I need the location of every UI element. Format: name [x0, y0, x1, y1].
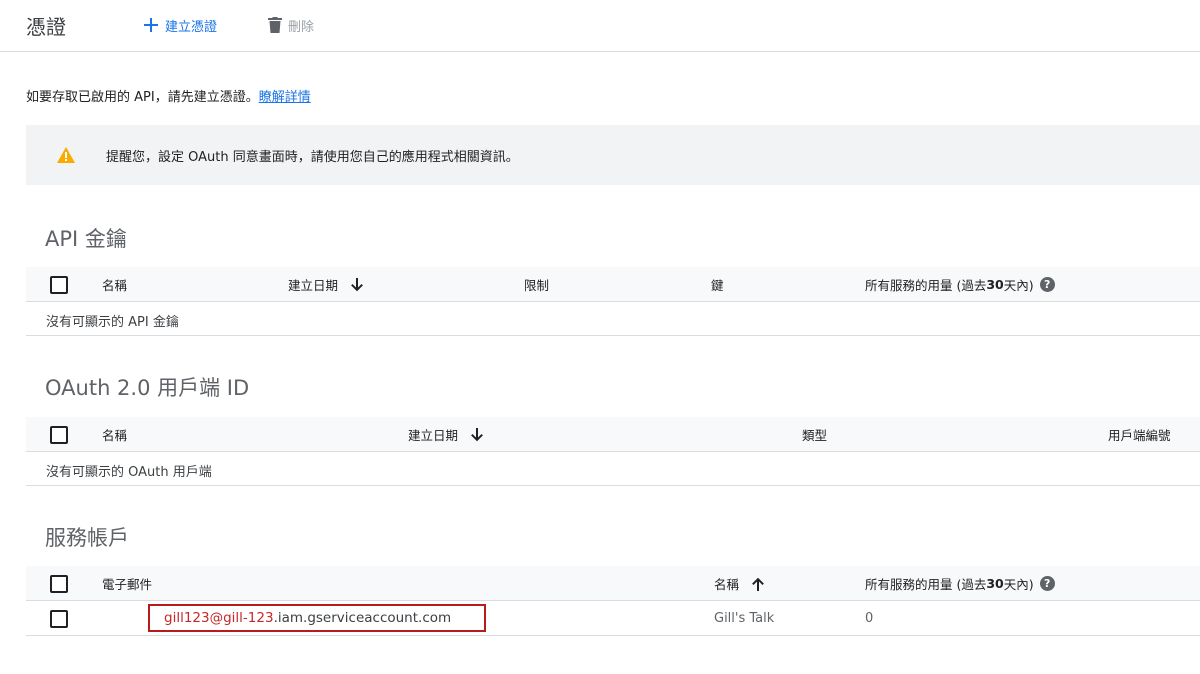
table-row: gill123@gill-123 .iam.gserviceaccount.co…: [26, 601, 1200, 636]
service-accounts-table-header: 電子郵件 名稱 所有服務的用量 (過去 30 天內) ?: [26, 566, 1200, 601]
api-keys-col-usage[interactable]: 所有服務的用量 (過去 30 天內) ?: [865, 267, 1055, 302]
service-accounts-col-email[interactable]: 電子郵件: [102, 566, 152, 601]
service-accounts-col-usage-prefix: 所有服務的用量 (過去: [865, 577, 987, 592]
service-accounts-select-all-checkbox[interactable]: [50, 575, 68, 593]
service-account-email-domain: .iam.gserviceaccount.com: [273, 610, 452, 626]
trash-icon: [268, 17, 282, 33]
api-keys-col-created-label: 建立日期: [288, 278, 339, 293]
service-account-usage: 0: [865, 611, 874, 626]
plus-icon: [144, 18, 158, 32]
toolbar: 憑證 建立憑證 刪除: [0, 0, 1200, 52]
api-keys-col-usage-suffix: 天內): [1003, 278, 1034, 293]
service-accounts-col-name[interactable]: 名稱: [714, 566, 765, 601]
oauth-select-all-checkbox[interactable]: [50, 426, 68, 444]
arrow-down-icon: [350, 277, 364, 292]
service-accounts-col-usage-days: 30: [986, 576, 1004, 591]
oauth-empty-row: 沒有可顯示的 OAuth 用戶端: [26, 452, 1200, 486]
intro-text: 如要存取已啟用的 API，請先建立憑證。瞭解詳情: [26, 86, 311, 105]
create-credentials-button[interactable]: 建立憑證: [143, 14, 217, 36]
api-keys-table-header: 名稱 建立日期 限制 鍵 所有服務的用量 (過去 30 天內) ?: [26, 267, 1200, 302]
api-keys-select-all-checkbox[interactable]: [50, 276, 68, 294]
service-accounts-col-name-label: 名稱: [714, 577, 740, 592]
service-accounts-col-usage-suffix: 天內): [1003, 577, 1034, 592]
service-account-name: Gill's Talk: [714, 611, 775, 626]
api-keys-col-name[interactable]: 名稱: [102, 267, 127, 302]
api-keys-empty-text: 沒有可顯示的 API 金鑰: [46, 315, 179, 330]
service-accounts-col-usage[interactable]: 所有服務的用量 (過去 30 天內) ?: [865, 566, 1055, 601]
oauth-col-created-label: 建立日期: [408, 428, 459, 443]
api-keys-title: API 金鑰: [45, 227, 127, 251]
api-keys-col-key[interactable]: 鍵: [711, 267, 724, 302]
learn-more-link[interactable]: 瞭解詳情: [259, 90, 311, 105]
oauth-col-client-id[interactable]: 用戶端編號: [1108, 417, 1171, 452]
service-account-email-highlight[interactable]: gill123@gill-123 .iam.gserviceaccount.co…: [148, 604, 486, 632]
api-keys-col-usage-prefix: 所有服務的用量 (過去: [865, 278, 987, 293]
intro-message: 如要存取已啟用的 API，請先建立憑證。: [26, 90, 259, 105]
help-icon[interactable]: ?: [1039, 576, 1055, 591]
oauth-empty-text: 沒有可顯示的 OAuth 用戶端: [46, 465, 212, 480]
create-credentials-label: 建立憑證: [165, 19, 218, 35]
api-keys-col-usage-days: 30: [986, 277, 1004, 292]
service-account-email-user: gill123@gill-123: [164, 610, 274, 626]
page-title: 憑證: [26, 15, 66, 39]
service-account-row-checkbox[interactable]: [50, 610, 68, 628]
api-keys-empty-row: 沒有可顯示的 API 金鑰: [26, 302, 1200, 336]
oauth-col-created[interactable]: 建立日期: [408, 417, 484, 452]
oauth-col-type[interactable]: 類型: [802, 417, 827, 452]
arrow-down-icon: [470, 427, 484, 442]
service-accounts-title: 服務帳戶: [45, 526, 129, 550]
delete-label: 刪除: [288, 19, 315, 35]
help-icon[interactable]: ?: [1039, 277, 1055, 292]
warning-icon: [57, 147, 75, 163]
delete-button[interactable]: 刪除: [268, 14, 314, 36]
arrow-up-icon: [751, 577, 765, 591]
api-keys-col-restrictions[interactable]: 限制: [524, 267, 549, 302]
notice-banner: 提醒您，設定 OAuth 同意畫面時，請使用您自己的應用程式相關資訊。: [26, 125, 1200, 185]
api-keys-col-created[interactable]: 建立日期: [288, 267, 364, 302]
notice-text: 提醒您，設定 OAuth 同意畫面時，請使用您自己的應用程式相關資訊。: [106, 149, 519, 165]
oauth-col-name[interactable]: 名稱: [102, 417, 127, 452]
oauth-table-header: 名稱 建立日期 類型 用戶端編號: [26, 417, 1200, 452]
oauth-title: OAuth 2.0 用戶端 ID: [45, 376, 250, 400]
